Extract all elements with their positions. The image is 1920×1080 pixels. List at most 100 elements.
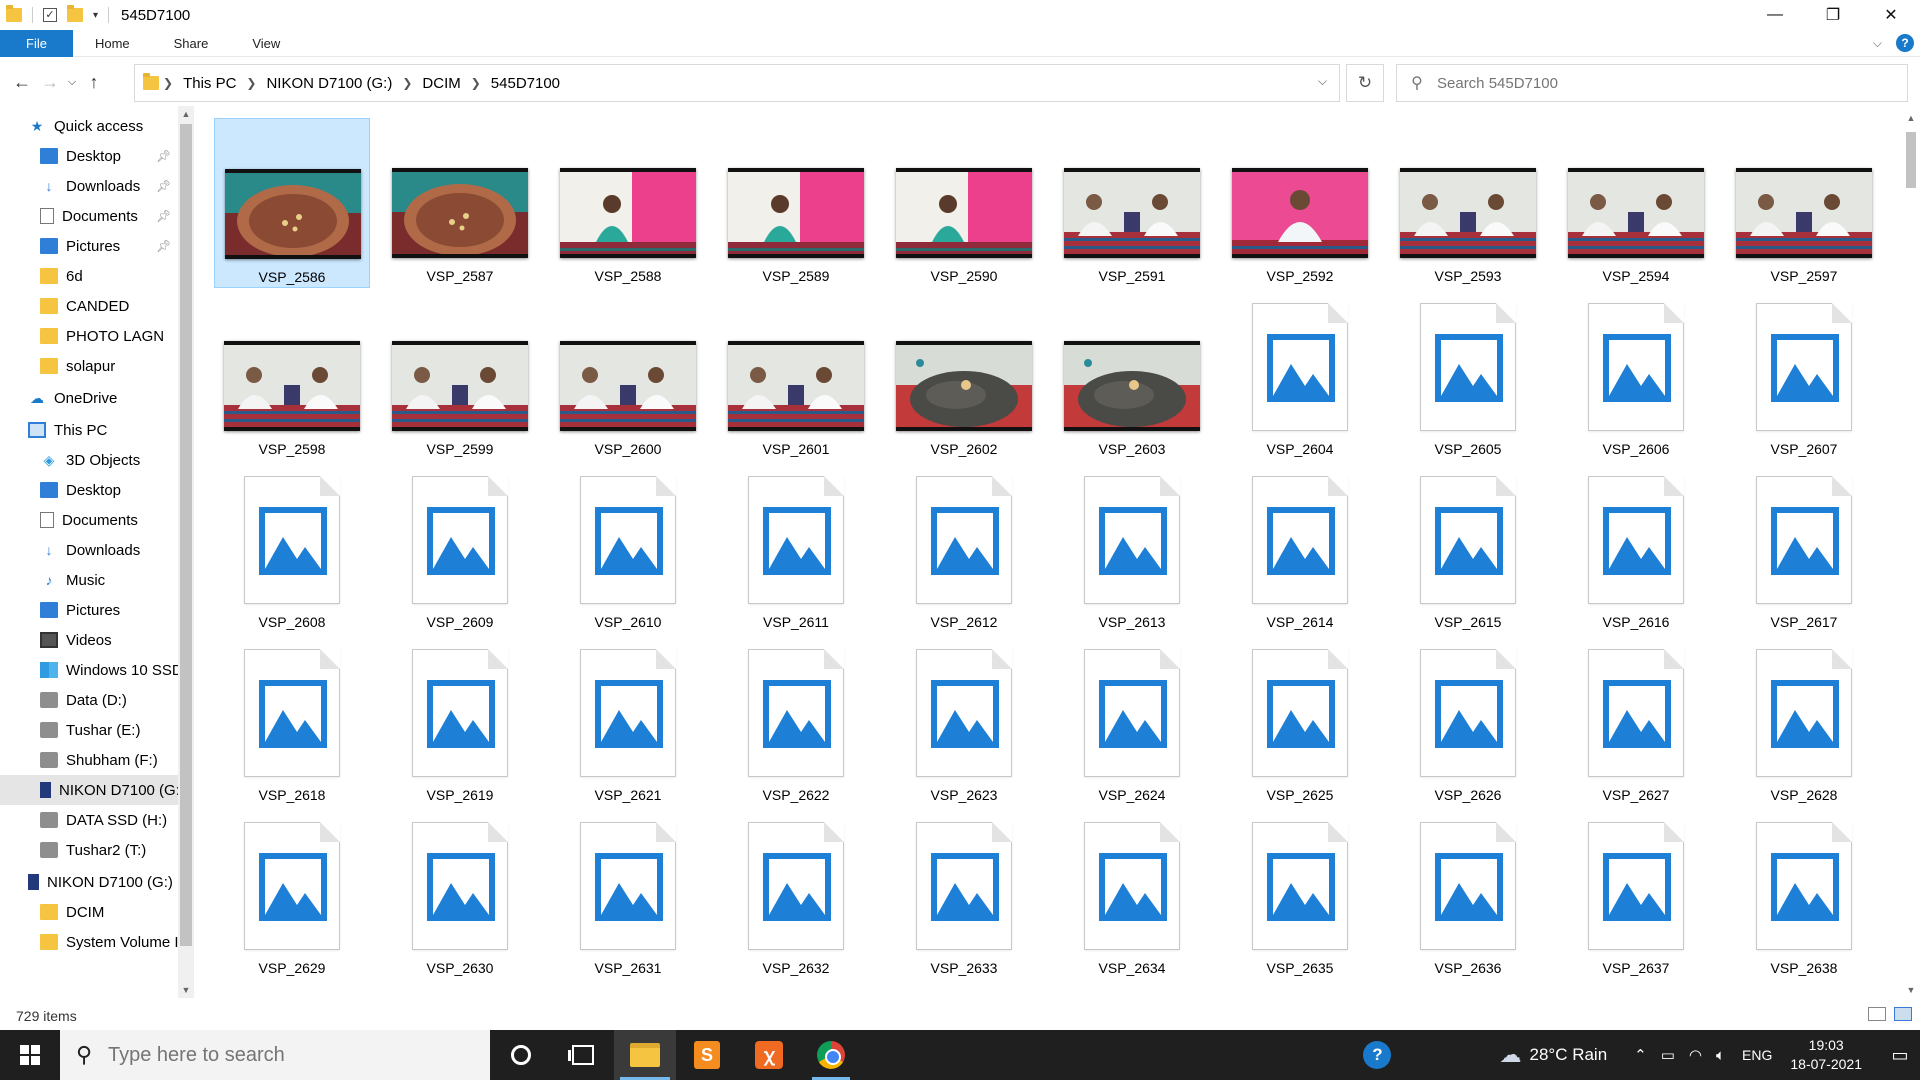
up-button[interactable]: ↑ <box>80 68 108 96</box>
nav-item[interactable]: ★ Quick access <box>0 111 178 141</box>
file-item[interactable]: VSP_2616 <box>1558 464 1714 634</box>
file-item[interactable]: VSP_2592 <box>1222 118 1378 288</box>
nav-item[interactable]: Pictures 📌︎ <box>0 231 178 261</box>
file-item[interactable]: VSP_2589 <box>718 118 874 288</box>
task-view-button[interactable] <box>552 1030 614 1080</box>
nav-item[interactable]: ♪ Music <box>0 565 178 595</box>
file-item[interactable]: VSP_2618 <box>214 637 370 807</box>
file-item[interactable]: VSP_2601 <box>718 291 874 461</box>
file-item[interactable]: VSP_2626 <box>1390 637 1546 807</box>
nav-scrollbar[interactable]: ▲ ▼ <box>178 106 194 998</box>
nav-item[interactable]: ↓ Downloads 📌︎ <box>0 171 178 201</box>
search-input[interactable] <box>1437 74 1887 92</box>
nav-item[interactable]: DATA SSD (H:) <box>0 805 178 835</box>
nav-item[interactable]: NIKON D7100 (G:) <box>0 775 178 805</box>
chevron-right-icon[interactable]: ❯ <box>467 76 485 90</box>
file-item[interactable]: VSP_2610 <box>550 464 706 634</box>
new-folder-icon[interactable] <box>67 5 83 22</box>
nav-item[interactable]: 6d <box>0 261 178 291</box>
file-item[interactable]: VSP_2612 <box>886 464 1042 634</box>
minimize-button[interactable]: — <box>1746 0 1804 30</box>
nav-item[interactable]: Windows 10 SSD <box>0 655 178 685</box>
expand-ribbon-icon[interactable]: ⌵ <box>1873 36 1882 51</box>
tab-view[interactable]: View <box>230 30 302 57</box>
file-item[interactable]: VSP_2614 <box>1222 464 1378 634</box>
nav-item[interactable]: ☁ OneDrive <box>0 383 178 413</box>
nav-item[interactable]: Documents 📌︎ <box>0 201 178 231</box>
scroll-thumb[interactable] <box>180 124 192 946</box>
file-item[interactable]: VSP_2594 <box>1558 118 1714 288</box>
forward-button[interactable]: → <box>36 68 64 96</box>
nav-item[interactable]: solapur <box>0 351 178 381</box>
scroll-up-arrow[interactable]: ▲ <box>1902 110 1920 126</box>
file-item[interactable]: VSP_2634 <box>1054 810 1210 980</box>
chevron-up-icon[interactable]: ⌃ <box>1634 1046 1647 1064</box>
scroll-thumb[interactable] <box>1906 132 1916 188</box>
help-icon[interactable]: ? <box>1896 34 1914 52</box>
file-item[interactable]: VSP_2638 <box>1726 810 1882 980</box>
file-item[interactable]: VSP_2587 <box>382 118 538 288</box>
file-item[interactable]: VSP_2629 <box>214 810 370 980</box>
tab-share[interactable]: Share <box>152 30 231 57</box>
scroll-up-arrow[interactable]: ▲ <box>178 106 194 122</box>
clock[interactable]: 19:03 18-07-2021 <box>1790 1036 1862 1074</box>
file-item[interactable]: VSP_2607 <box>1726 291 1882 461</box>
file-item[interactable]: VSP_2637 <box>1558 810 1714 980</box>
file-item[interactable]: VSP_2622 <box>718 637 874 807</box>
breadcrumb-current-folder[interactable]: 545D7100 <box>485 75 566 92</box>
nav-item[interactable]: DCIM <box>0 897 178 927</box>
file-item[interactable]: VSP_2586 <box>214 118 370 288</box>
recent-locations-icon[interactable]: ⌵ <box>64 68 80 96</box>
nav-item[interactable]: ◈ 3D Objects <box>0 445 178 475</box>
nav-item[interactable]: Data (D:) <box>0 685 178 715</box>
file-item[interactable]: VSP_2625 <box>1222 637 1378 807</box>
notifications-icon[interactable]: ▭ <box>1880 1045 1920 1066</box>
file-item[interactable]: VSP_2615 <box>1390 464 1546 634</box>
file-item[interactable]: VSP_2621 <box>550 637 706 807</box>
chevron-right-icon[interactable]: ❯ <box>159 76 177 90</box>
search-box[interactable]: ⚲ <box>1396 64 1908 102</box>
nav-item[interactable]: Videos <box>0 625 178 655</box>
taskbar-search[interactable]: ⚲ <box>60 1030 490 1080</box>
xampp-taskbar-button[interactable]: ꭓ <box>738 1030 800 1080</box>
weather-widget[interactable]: ☁ 28°C Rain <box>1499 1042 1607 1068</box>
tab-home[interactable]: Home <box>73 30 152 57</box>
nav-item[interactable]: PHOTO LAGN <box>0 321 178 351</box>
file-item[interactable]: VSP_2608 <box>214 464 370 634</box>
nav-item[interactable]: NIKON D7100 (G:) <box>0 867 178 897</box>
file-item[interactable]: VSP_2635 <box>1222 810 1378 980</box>
breadcrumb-this-pc[interactable]: This PC <box>177 75 242 92</box>
start-button[interactable] <box>0 1030 60 1080</box>
breadcrumb-nikon-drive[interactable]: NIKON D7100 (G:) <box>260 75 398 92</box>
file-item[interactable]: VSP_2631 <box>550 810 706 980</box>
nav-item[interactable]: CANDED <box>0 291 178 321</box>
properties-icon[interactable]: ✓ <box>43 8 57 22</box>
chrome-taskbar-button[interactable] <box>800 1030 862 1080</box>
file-item[interactable]: VSP_2603 <box>1054 291 1210 461</box>
refresh-button[interactable]: ↻ <box>1346 64 1384 102</box>
file-item[interactable]: VSP_2636 <box>1390 810 1546 980</box>
nav-item[interactable]: Desktop 📌︎ <box>0 141 178 171</box>
breadcrumb-dcim[interactable]: DCIM <box>416 75 466 92</box>
file-item[interactable]: VSP_2623 <box>886 637 1042 807</box>
sublime-text-taskbar-button[interactable]: S <box>676 1030 738 1080</box>
customize-toolbar-icon[interactable]: ▾ <box>93 10 98 21</box>
chevron-down-icon[interactable]: ⌵ <box>1318 74 1327 89</box>
file-item[interactable]: VSP_2604 <box>1222 291 1378 461</box>
file-explorer-taskbar-button[interactable] <box>614 1030 676 1080</box>
nav-item[interactable]: This PC <box>0 415 178 445</box>
restore-button[interactable]: ❐ <box>1804 0 1862 30</box>
file-item[interactable]: VSP_2619 <box>382 637 538 807</box>
cortana-button[interactable] <box>490 1030 552 1080</box>
nav-item[interactable]: Shubham (F:) <box>0 745 178 775</box>
nav-item[interactable]: System Volume Information <box>0 927 178 957</box>
nav-item[interactable]: Desktop <box>0 475 178 505</box>
file-item[interactable]: VSP_2628 <box>1726 637 1882 807</box>
chevron-right-icon[interactable]: ❯ <box>242 76 260 90</box>
file-item[interactable]: VSP_2630 <box>382 810 538 980</box>
details-view-icon[interactable] <box>1868 1007 1886 1021</box>
file-item[interactable]: VSP_2627 <box>1558 637 1714 807</box>
scroll-down-arrow[interactable]: ▼ <box>178 982 194 998</box>
file-item[interactable]: VSP_2590 <box>886 118 1042 288</box>
file-item[interactable]: VSP_2624 <box>1054 637 1210 807</box>
